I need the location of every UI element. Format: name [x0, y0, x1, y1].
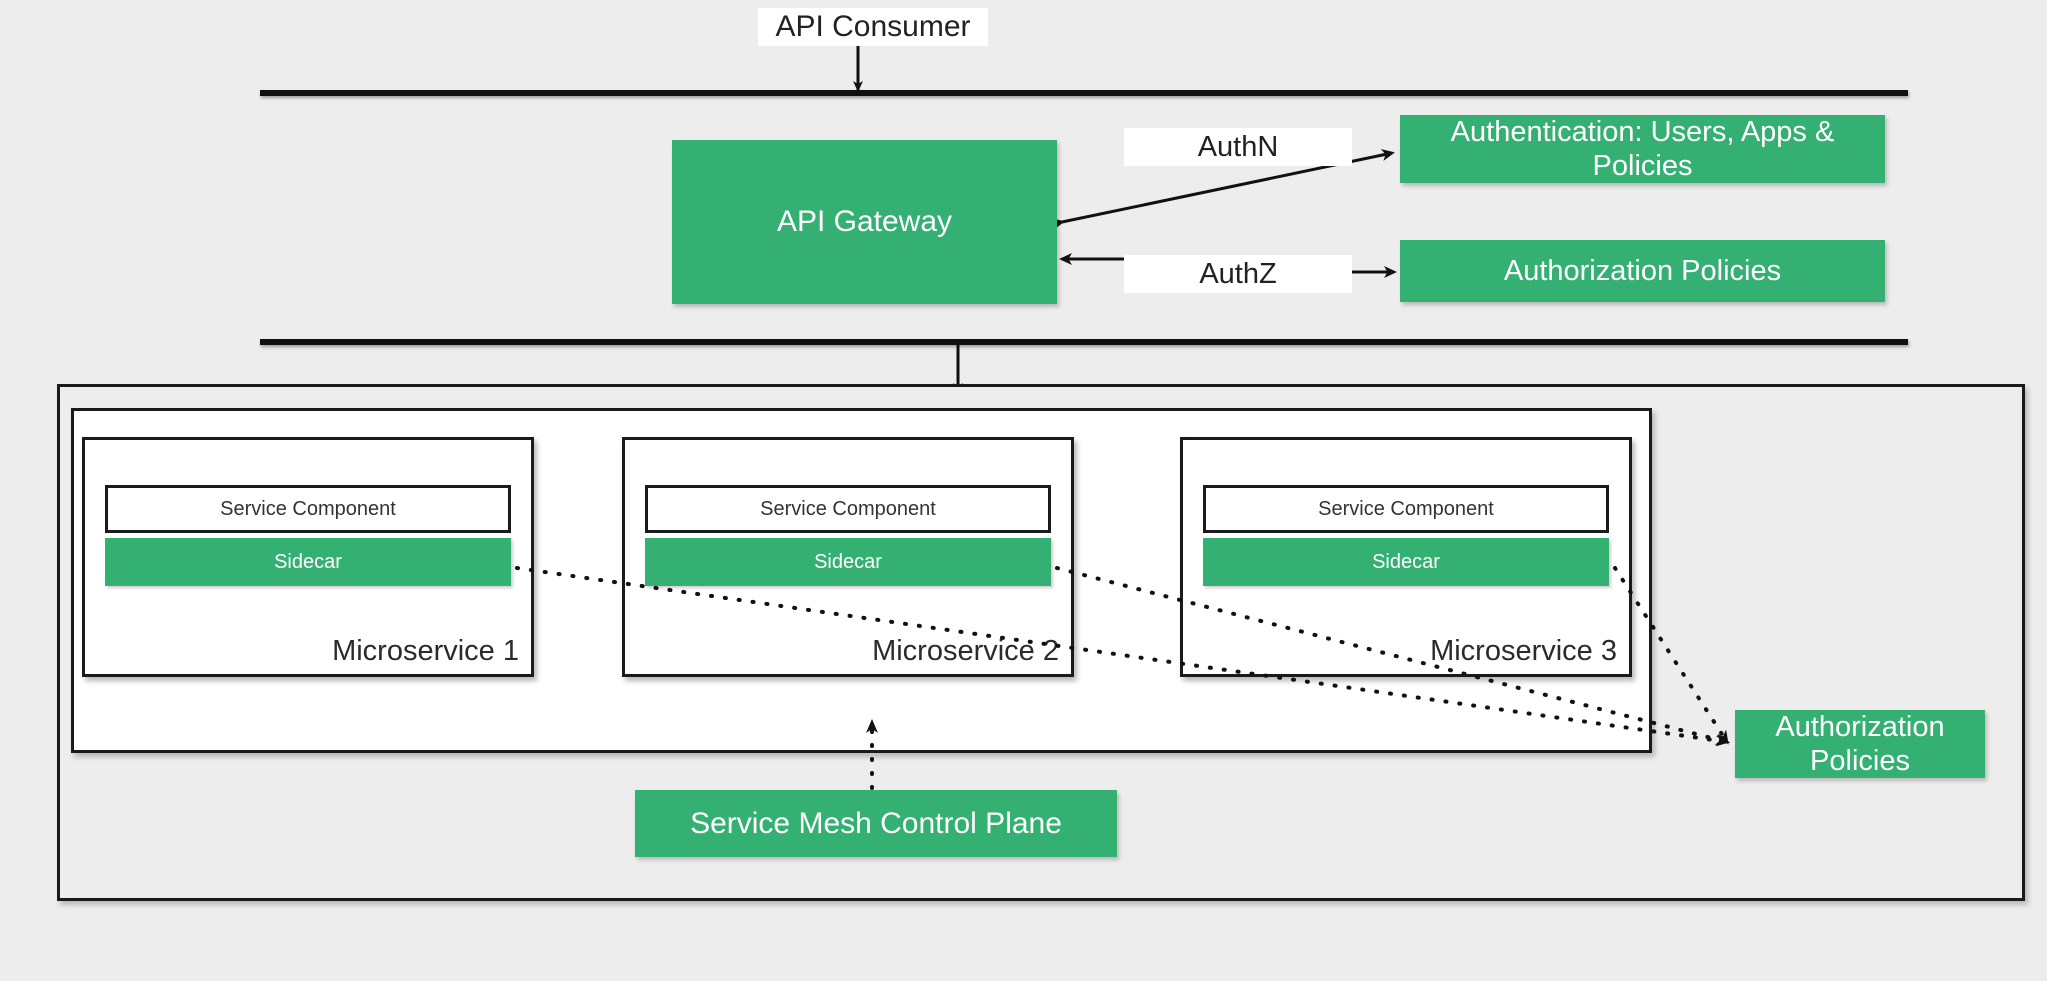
authentication-node[interactable]: Authentication: Users, Apps & Policies [1400, 115, 1885, 183]
microservice-2-label: Microservice 2 [872, 635, 1059, 667]
authz-edge-label: AuthZ [1124, 255, 1352, 293]
sidecar-3[interactable]: Sidecar [1203, 538, 1609, 586]
service-component-3: Service Component [1203, 485, 1609, 533]
swimlane-divider-top [260, 90, 1908, 96]
authorization-policies-node-top[interactable]: Authorization Policies [1400, 240, 1885, 302]
service-mesh-control-plane-node[interactable]: Service Mesh Control Plane [635, 790, 1117, 857]
service-component-2: Service Component [645, 485, 1051, 533]
authn-edge-label: AuthN [1124, 128, 1352, 166]
service-component-1: Service Component [105, 485, 511, 533]
swimlane-divider-bottom [260, 339, 1908, 345]
api-gateway-node[interactable]: API Gateway [672, 140, 1057, 304]
authorization-policies-node-mesh[interactable]: Authorization Policies [1735, 710, 1985, 778]
microservice-3-node[interactable]: Service Component Sidecar Microservice 3 [1180, 437, 1632, 677]
diagram-canvas: API Consumer API Gateway AuthN AuthZ Aut… [0, 0, 2047, 981]
api-consumer-label: API Consumer [758, 8, 988, 46]
microservice-1-label: Microservice 1 [332, 635, 519, 667]
microservice-1-node[interactable]: Service Component Sidecar Microservice 1 [82, 437, 534, 677]
microservice-2-node[interactable]: Service Component Sidecar Microservice 2 [622, 437, 1074, 677]
sidecar-1[interactable]: Sidecar [105, 538, 511, 586]
sidecar-2[interactable]: Sidecar [645, 538, 1051, 586]
microservice-3-label: Microservice 3 [1430, 635, 1617, 667]
